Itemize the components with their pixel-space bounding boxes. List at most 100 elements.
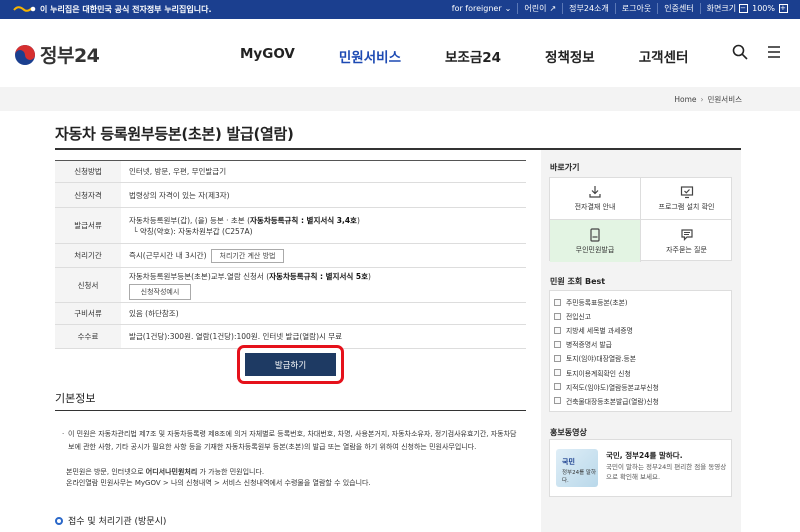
period-calc-button[interactable]: 처리기간 계산 방법 xyxy=(210,248,285,263)
bullet: · xyxy=(62,430,65,438)
video-thumbnail[interactable]: 국민 정부24를 말하다. xyxy=(556,449,598,487)
taegeuk-logo-icon xyxy=(15,44,35,65)
zoom-control: 화면크기 − 100% + xyxy=(701,3,794,14)
basic-info-title: 기본정보 xyxy=(55,392,96,405)
apply-qualification-value: 법령상의 자격이 있는 자(제3자) xyxy=(129,190,230,200)
basic-info-divider xyxy=(55,410,526,411)
basic-info-notes: 본민원은 방문, 인터넷으로 어디서나민원처리 가 가능한 민원입니다. 온라인… xyxy=(66,468,371,487)
doc-line: 자동차등록원부(갑), (을) 등본 · 초본 (자동차등록규칙 : 별지서식 … xyxy=(129,215,360,225)
shortcut-program-check[interactable]: 프로그램 설치 확인 xyxy=(641,178,732,220)
shortcut-faq[interactable]: 자주묻는 질문 xyxy=(641,220,732,262)
application-form-value: 자동차등록원부등본(초본)교부.열람 신청서 (자동차등록규칙 : 별지서식 5… xyxy=(121,268,526,302)
list-item[interactable]: 지적도(임야도)열람등본교부신청 xyxy=(554,380,731,394)
row-label: 신청자격 xyxy=(55,183,121,207)
table-row: 발급서류 자동차등록원부(갑), (을) 등본 · 초본 (자동차등록규칙 : … xyxy=(55,208,526,244)
row-label: 구비서류 xyxy=(55,303,121,324)
gov-notice: 이 누리집은 대한민국 공식 전자정부 누리집입니다. xyxy=(40,5,212,14)
doc-icon xyxy=(554,383,561,391)
nav-mygov[interactable]: MyGOV xyxy=(240,46,295,66)
breadcrumb: Home › 민원서비스 xyxy=(674,94,742,105)
logo-text: 정부24 xyxy=(40,45,100,67)
link-logout[interactable]: 로그아웃 xyxy=(616,3,659,14)
list-item[interactable]: 병적증명서 발급 xyxy=(554,337,731,351)
form-example-button[interactable]: 신청작성예시 xyxy=(129,283,191,300)
best-list: 주민등록표등본(초본) 전입신고 지방세 세목별 과세증명 병적증명서 발급 토… xyxy=(549,290,732,412)
table-row: 구비서류 있음 (하단참조) xyxy=(55,303,526,325)
right-sidebar: 바로가기 전자결재 안내 프로그램 설치 확인 무인민원발급 자주묻는 질문 민… xyxy=(541,150,741,532)
link-children[interactable]: 어린이 ↗ xyxy=(518,3,564,14)
table-row: 신청방법 인터넷, 방문, 우편, 무인발급기 xyxy=(55,161,526,183)
row-label: 신청방법 xyxy=(55,161,121,182)
doc-icon xyxy=(554,326,561,334)
doc-icon xyxy=(554,354,561,362)
promo-heading: 국민, 정부24를 말하다. xyxy=(606,451,683,460)
promo-video-card[interactable]: 국민 정부24를 말하다. 국민, 정부24를 말하다. 국민이 말하는 정부2… xyxy=(549,439,732,497)
shortcut-grid: 전자결재 안내 프로그램 설치 확인 무인민원발급 자주묻는 질문 xyxy=(549,177,732,262)
nav-customer-center[interactable]: 고객센터 xyxy=(639,46,689,66)
site-logo[interactable]: 정부24 xyxy=(14,41,100,68)
doc-icon xyxy=(554,298,561,306)
table-row: 처리기간 즉시(근무시간 내 3시간) 처리기간 계산 방법 xyxy=(55,244,526,268)
apply-method-value: 인터넷, 방문, 우편, 무인발급기 xyxy=(129,167,227,176)
list-item[interactable]: 건축물대장등초본발급(열람)신청 xyxy=(554,394,731,408)
link-cert-center[interactable]: 인증센터 xyxy=(658,3,701,14)
chat-bubble-icon xyxy=(680,228,693,241)
breadcrumb-current[interactable]: 민원서비스 xyxy=(708,95,743,104)
circle-bullet-icon xyxy=(55,516,63,525)
list-item[interactable]: 전입신고 xyxy=(554,309,731,323)
menu-icon[interactable] xyxy=(766,44,782,60)
government-logo-icon xyxy=(13,6,36,12)
utility-links: for foreigner ⌄ 어린이 ↗ 정부24소개 로그아웃 인증센터 화면… xyxy=(446,3,794,14)
issued-documents-value: 자동차등록원부(갑), (을) 등본 · 초본 (자동차등록규칙 : 별지서식 … xyxy=(121,208,526,243)
list-item[interactable]: 주민등록표등본(초본) xyxy=(554,295,731,309)
receipt-agency-section[interactable]: 접수 및 처리기관 (방문시) xyxy=(55,514,166,527)
doc-regulation: 자동차등록규칙 : 별지서식 3,4호 xyxy=(250,215,357,225)
chevron-down-icon: ⌄ xyxy=(504,4,512,13)
download-icon xyxy=(589,186,601,198)
breadcrumb-bar: Home › 민원서비스 xyxy=(0,87,800,111)
nav-policy[interactable]: 정책정보 xyxy=(545,46,595,66)
page-title: 자동차 등록원부등본(초본) 발급(열람) xyxy=(55,125,294,143)
required-documents-value: 있음 (하단참조) xyxy=(129,309,179,318)
promo-title: 홍보동영상 xyxy=(550,428,587,437)
nav-subsidy[interactable]: 보조금24 xyxy=(445,46,501,66)
doc-icon xyxy=(554,340,561,348)
row-label: 신청서 xyxy=(55,268,121,302)
row-label: 처리기간 xyxy=(55,244,121,267)
doc-icon xyxy=(554,312,561,320)
search-icon[interactable] xyxy=(732,44,748,60)
issue-button[interactable]: 발급하기 xyxy=(245,353,336,376)
link-about[interactable]: 정부24소개 xyxy=(563,3,616,14)
nav-civil-service[interactable]: 민원서비스 xyxy=(339,46,401,66)
chevron-right-icon: › xyxy=(700,95,704,104)
promo-description: 국민이 말하는 정부24의 편리한 점을 동영상으로 확인해 보세요. xyxy=(606,463,727,481)
service-info-table: 신청방법 인터넷, 방문, 우편, 무인발급기 신청자격 법령상의 자격이 있는… xyxy=(55,160,526,349)
list-item[interactable]: 토지이용계획확인 신청 xyxy=(554,365,731,379)
kiosk-icon xyxy=(590,227,600,242)
breadcrumb-home[interactable]: Home xyxy=(674,95,696,104)
link-foreigner[interactable]: for foreigner ⌄ xyxy=(446,3,519,14)
zoom-in-button[interactable]: + xyxy=(779,4,788,13)
gov-banner: 이 누리집은 대한민국 공식 전자정부 누리집입니다. for foreigne… xyxy=(0,0,800,19)
site-header: 정부24 MyGOV 민원서비스 보조금24 정책정보 고객센터 xyxy=(0,19,800,87)
best-title: 민원 조회 Best xyxy=(550,277,606,286)
doc-icon xyxy=(554,397,561,405)
shortcut-kiosk[interactable]: 무인민원발급 xyxy=(550,220,641,262)
shortcut-e-payment[interactable]: 전자결재 안내 xyxy=(550,178,641,220)
zoom-out-button[interactable]: − xyxy=(739,4,749,13)
monitor-check-icon xyxy=(680,186,693,199)
issue-button-highlight: 발급하기 xyxy=(237,345,344,384)
list-item[interactable]: 지방세 세목별 과세증명 xyxy=(554,323,731,337)
row-label: 발급서류 xyxy=(55,208,121,243)
table-row: 신청자격 법령상의 자격이 있는 자(제3자) xyxy=(55,183,526,208)
zoom-value: 100% xyxy=(752,4,775,13)
anywhere-service-text: 어디서나민원처리 xyxy=(145,468,198,476)
external-link-icon: ↗ xyxy=(549,4,557,13)
list-item[interactable]: 토지(임야)대장열람.등본 xyxy=(554,351,731,365)
basic-info-description: · 이 민원은 자동차관리법 제7조 및 자동차등록령 제8조에 의거 자체별로… xyxy=(62,430,517,451)
doc-icon xyxy=(554,369,561,377)
zoom-label: 화면크기 xyxy=(706,4,737,13)
header-actions xyxy=(732,44,782,60)
receipt-agency-title: 접수 및 처리기관 (방문시) xyxy=(68,517,167,527)
table-row: 신청서 자동차등록원부등본(초본)교부.열람 신청서 (자동차등록규칙 : 별지… xyxy=(55,268,526,303)
